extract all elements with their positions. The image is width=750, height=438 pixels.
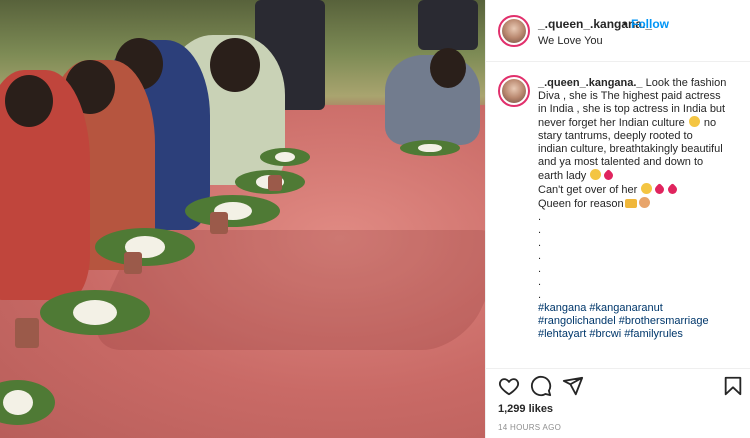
likes-count[interactable]: 1,299 likes — [498, 403, 553, 415]
caption-dot: . — [538, 263, 542, 275]
heart-icon[interactable] — [498, 375, 520, 397]
red-heart-emoji-icon — [602, 169, 616, 182]
photo-leaf-plate — [95, 228, 195, 266]
follow-button[interactable]: Follow — [631, 17, 669, 31]
caption-line: indian culture, breathtakingly beautiful — [538, 143, 723, 155]
caption-text: Queen for reason — [538, 198, 624, 210]
heart-eyes-emoji-icon — [641, 183, 653, 194]
caption-text: never forget her Indian culture — [538, 117, 685, 129]
post-photo[interactable] — [0, 0, 485, 438]
photo-head — [430, 48, 466, 88]
photo-cup — [268, 175, 282, 191]
caption-text: no — [703, 117, 717, 129]
caption-dot: . — [538, 276, 542, 288]
caption-text: Can't get over of her — [538, 184, 638, 196]
caption-line: and ya most talented and down to — [538, 156, 704, 168]
photo-cup — [124, 252, 142, 274]
red-heart-emoji-icon — [666, 183, 680, 196]
post-caption: _.queen_.kangana._ Look the fashion Diva… — [538, 77, 743, 341]
caption-line: Diva , she is The highest paid actress — [538, 90, 721, 102]
photo-cup — [15, 318, 39, 348]
photo-head — [210, 38, 260, 92]
caption-dot: . — [538, 289, 542, 301]
photo-head — [5, 75, 53, 127]
comment-icon[interactable] — [530, 375, 552, 397]
photo-leaf-plate — [260, 148, 310, 166]
caption-dot: . — [538, 224, 542, 236]
heart-with-ribbon-emoji-icon — [653, 183, 667, 196]
caption-line: Can't get over of her — [538, 183, 743, 197]
caption-hashtags[interactable]: #rangolichandel #brothersmarriage — [538, 315, 743, 328]
caption-line: earth lady — [538, 169, 743, 183]
bookmark-icon[interactable] — [722, 375, 744, 397]
photo-leaf-plate — [185, 195, 280, 227]
post-actions: 1,299 likes 14 HOURS AGO — [486, 368, 750, 438]
share-icon[interactable] — [562, 375, 584, 397]
photo-cup — [210, 212, 228, 234]
grin-emoji-icon — [688, 116, 700, 127]
comments-area[interactable]: _.queen_.kangana._ Look the fashion Diva… — [486, 62, 750, 368]
caption-line: stary tantrums, deeply rooted to — [538, 130, 693, 142]
princess-emoji-icon — [638, 197, 650, 208]
photo-leaf-plate — [40, 290, 150, 335]
caption-text: Look the fashion — [645, 77, 727, 89]
caption-hashtags[interactable]: #lehtayart #brcwi #familyrules — [538, 328, 743, 341]
caption-line: never forget her Indian culture no — [538, 116, 743, 130]
crown-emoji-icon — [624, 199, 637, 208]
avatar[interactable] — [498, 15, 530, 47]
avatar-image — [502, 19, 526, 43]
caption-username[interactable]: _.queen_.kangana._ — [538, 77, 643, 89]
caption-dot: . — [538, 211, 542, 223]
separator-dot: • — [623, 17, 628, 31]
post-location[interactable]: We Love You — [538, 35, 603, 47]
caption-dot: . — [538, 250, 542, 262]
caption-dot: . — [538, 237, 542, 249]
post-side-panel: _.queen_.kangana._ • Follow We Love You … — [485, 0, 750, 438]
photo-standing-legs — [418, 0, 478, 50]
caption-hashtags[interactable]: #kangana #kanganaranut — [538, 302, 743, 315]
post-timestamp[interactable]: 14 HOURS AGO — [498, 423, 561, 432]
caption-line: in India , she is top actress in India b… — [538, 103, 726, 115]
caption-line: _.queen_.kangana._ Look the fashion — [538, 77, 743, 90]
avatar-image — [502, 79, 526, 103]
caption-text: earth lady — [538, 170, 587, 182]
photo-leaf-plate — [400, 140, 460, 156]
avatar[interactable] — [498, 75, 530, 107]
caption-line: Queen for reason — [538, 197, 743, 211]
heart-eyes-emoji-icon — [590, 169, 602, 180]
post-header: _.queen_.kangana._ • Follow We Love You — [486, 0, 750, 62]
